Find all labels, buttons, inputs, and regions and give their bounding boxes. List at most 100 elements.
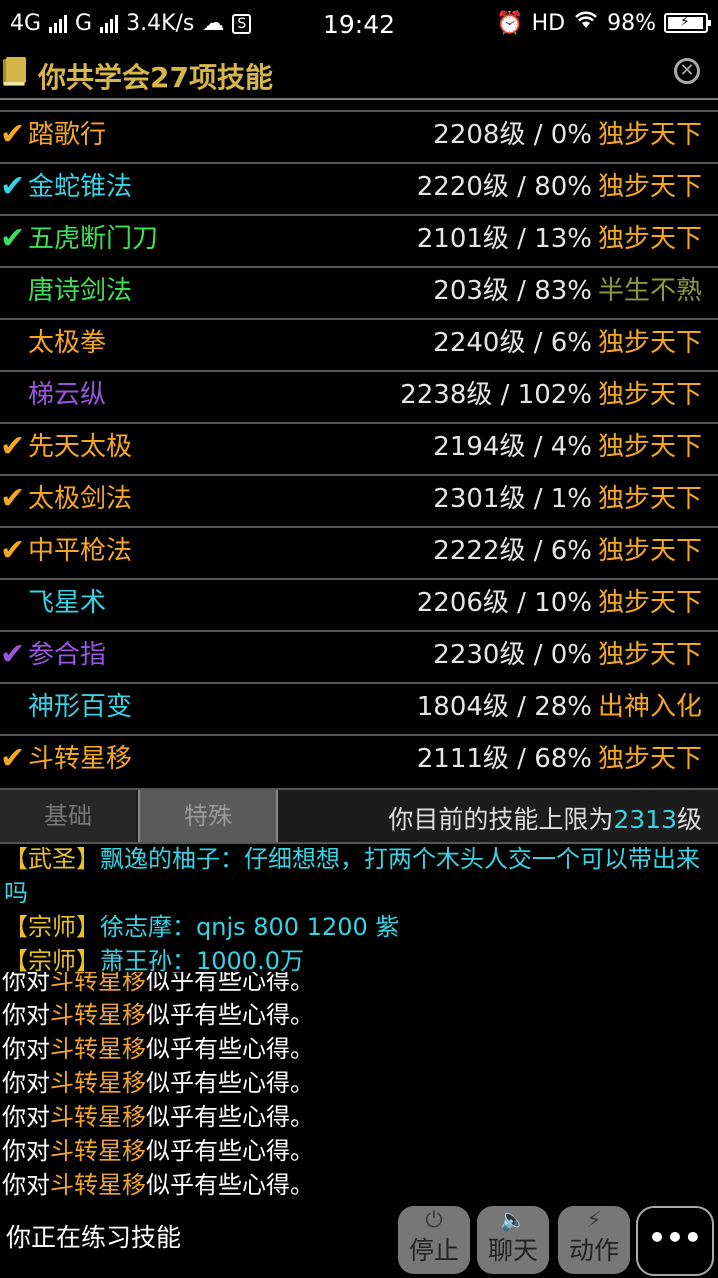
log-skill: 斗转星移 xyxy=(50,1035,146,1063)
chat-button[interactable]: 🔈 聊天 xyxy=(477,1206,549,1274)
skill-row[interactable]: ✔ 金蛇锥法 2220级 / 80% 独步天下 xyxy=(0,162,718,214)
skill-rank: 独步天下 xyxy=(597,536,702,566)
log-suffix: 似乎有些心得。 xyxy=(146,1035,314,1063)
skill-name: 飞星术 xyxy=(28,588,107,618)
skill-rank: 独步天下 xyxy=(597,224,702,254)
speaker-icon: 🔈 xyxy=(499,1208,527,1233)
skill-row[interactable]: ✔ 五虎断门刀 2101级 / 13% 独步天下 xyxy=(0,214,718,266)
more-icon: ••• xyxy=(648,1221,702,1254)
chat-text: 徐志摩：qnjs 800 1200 紫 xyxy=(100,913,400,941)
skills-header: 你共学会27项技能 ✕ xyxy=(0,50,718,100)
skill-name: 参合指 xyxy=(28,640,107,670)
log-skill: 斗转星移 xyxy=(50,1137,146,1165)
check-icon[interactable]: ✔ xyxy=(0,638,25,672)
skill-level: 2230级 / 0% xyxy=(433,640,592,670)
log-prefix: 你对 xyxy=(2,1035,50,1063)
hd-label: HD xyxy=(531,10,566,36)
log-line: 你对斗转星移似乎有些心得。 xyxy=(0,1032,718,1066)
skill-name: 斗转星移 xyxy=(28,744,133,774)
skill-row[interactable]: ✔ 参合指 2230级 / 0% 独步天下 xyxy=(0,630,718,682)
skill-level: 203级 / 83% xyxy=(433,276,592,306)
check-icon[interactable]: ✔ xyxy=(0,482,25,516)
log-line: 你对斗转星移似乎有些心得。 xyxy=(0,998,718,1032)
skill-name: 五虎断门刀 xyxy=(28,224,159,254)
skill-row[interactable]: ✔ 踏歌行 2208级 / 0% 独步天下 xyxy=(0,110,718,162)
log-prefix: 你对 xyxy=(2,1137,50,1165)
skill-row[interactable]: 神形百变 1804级 / 28% 出神入化 xyxy=(0,682,718,734)
chat-rank-tag: 【宗师】 xyxy=(4,947,100,975)
check-icon[interactable]: ✔ xyxy=(0,534,25,568)
check-icon[interactable]: ✔ xyxy=(0,430,25,464)
log-suffix: 似乎有些心得。 xyxy=(146,1001,314,1029)
check-icon[interactable]: ✔ xyxy=(0,118,25,152)
skill-level: 2301级 / 1% xyxy=(433,484,592,514)
log-prefix: 你对 xyxy=(2,1001,50,1029)
bottom-bar: 你正在练习技能 ⏻ 停止 🔈 聊天 ⚡ 动作 ••• xyxy=(0,1204,718,1278)
log-line: 你对斗转星移似乎有些心得。 xyxy=(0,972,718,998)
skill-rank: 出神入化 xyxy=(597,692,702,722)
tab-special[interactable]: 特殊 xyxy=(138,790,278,842)
status-bar: 4G G 3.4K/s ☁ S 19:42 ⏰ HD 98% ⚡ xyxy=(0,0,718,50)
skill-level: 2194级 / 4% xyxy=(433,432,592,462)
chat-rank-tag: 【武圣】 xyxy=(4,845,100,873)
skill-level: 2222级 / 6% xyxy=(433,536,592,566)
log-suffix: 似乎有些心得。 xyxy=(146,972,314,995)
close-button[interactable]: ✕ xyxy=(674,58,700,84)
chat-panel: 【武圣】飘逸的柚子：仔细想想，打两个木头人交一个可以带出来吗 【宗师】徐志摩：q… xyxy=(0,842,718,978)
skill-row[interactable]: ✔ 斗转星移 2111级 / 68% 独步天下 xyxy=(0,734,718,786)
skill-row[interactable]: ✔ 太极剑法 2301级 / 1% 独步天下 xyxy=(0,474,718,526)
log-skill: 斗转星移 xyxy=(50,1069,146,1097)
skill-limit-prefix: 你目前的技能上限为 xyxy=(388,805,614,834)
skill-row[interactable]: ✔ 中平枪法 2222级 / 6% 独步天下 xyxy=(0,526,718,578)
battery-percent: 98% xyxy=(607,10,656,36)
skill-name: 踏歌行 xyxy=(28,120,107,150)
skill-limit-value: 2313 xyxy=(613,805,677,834)
skill-rank: 半生不熟 xyxy=(597,276,702,306)
skill-name: 太极剑法 xyxy=(28,484,133,514)
skill-name: 神形百变 xyxy=(28,692,133,722)
chat-text: 飘逸的柚子：仔细想想，打两个木头人交一个可以带出来吗 xyxy=(4,845,700,907)
skill-name: 金蛇锥法 xyxy=(28,172,133,202)
skill-level: 2220级 / 80% xyxy=(416,172,592,202)
more-button[interactable]: ••• xyxy=(636,1206,714,1276)
log-suffix: 似乎有些心得。 xyxy=(146,1069,314,1097)
tab-basic[interactable]: 基础 xyxy=(0,790,136,842)
check-icon[interactable]: ✔ xyxy=(0,222,25,256)
lightning-icon: ⚡ xyxy=(586,1208,602,1233)
skill-name: 先天太极 xyxy=(28,432,133,462)
battery-icon: ⚡ xyxy=(664,13,711,33)
book-icon xyxy=(3,57,26,86)
action-button[interactable]: ⚡ 动作 xyxy=(558,1206,630,1274)
skill-level: 2111级 / 68% xyxy=(416,744,592,774)
skills-count-title: 你共学会27项技能 xyxy=(38,61,273,94)
wifi-icon xyxy=(573,10,599,36)
skill-rank: 独步天下 xyxy=(597,588,702,618)
skill-name: 太极拳 xyxy=(28,328,107,358)
chat-label: 聊天 xyxy=(487,1236,538,1265)
log-line: 你对斗转星移似乎有些心得。 xyxy=(0,1134,718,1168)
skill-rank: 独步天下 xyxy=(597,484,702,514)
skill-row[interactable]: 太极拳 2240级 / 6% 独步天下 xyxy=(0,318,718,370)
skill-row[interactable]: 唐诗剑法 203级 / 83% 半生不熟 xyxy=(0,266,718,318)
check-icon[interactable]: ✔ xyxy=(0,742,25,776)
skill-limit-suffix: 级 xyxy=(676,805,702,834)
stop-label: 停止 xyxy=(408,1236,459,1265)
skill-level: 1804级 / 28% xyxy=(416,692,592,722)
skill-rank: 独步天下 xyxy=(597,744,702,774)
skill-name: 中平枪法 xyxy=(28,536,133,566)
log-prefix: 你对 xyxy=(2,1171,50,1199)
skill-name: 唐诗剑法 xyxy=(28,276,133,306)
skill-row[interactable]: ✔ 先天太极 2194级 / 4% 独步天下 xyxy=(0,422,718,474)
alarm-icon: ⏰ xyxy=(496,10,524,36)
skill-level: 2240级 / 6% xyxy=(433,328,592,358)
skill-level: 2208级 / 0% xyxy=(433,120,592,150)
skill-row[interactable]: 梯云纵 2238级 / 102% 独步天下 xyxy=(0,370,718,422)
skill-list: ✔ 踏歌行 2208级 / 0% 独步天下 ✔ 金蛇锥法 2220级 / 80% 独步天下 ✔ 五… xyxy=(0,110,718,786)
power-icon: ⏻ xyxy=(425,1208,443,1233)
check-icon[interactable]: ✔ xyxy=(0,170,25,204)
log-suffix: 似乎有些心得。 xyxy=(146,1137,314,1165)
skill-row[interactable]: 飞星术 2206级 / 10% 独步天下 xyxy=(0,578,718,630)
stop-button[interactable]: ⏻ 停止 xyxy=(398,1206,470,1274)
skill-rank: 独步天下 xyxy=(597,432,702,462)
log-skill: 斗转星移 xyxy=(50,1001,146,1029)
